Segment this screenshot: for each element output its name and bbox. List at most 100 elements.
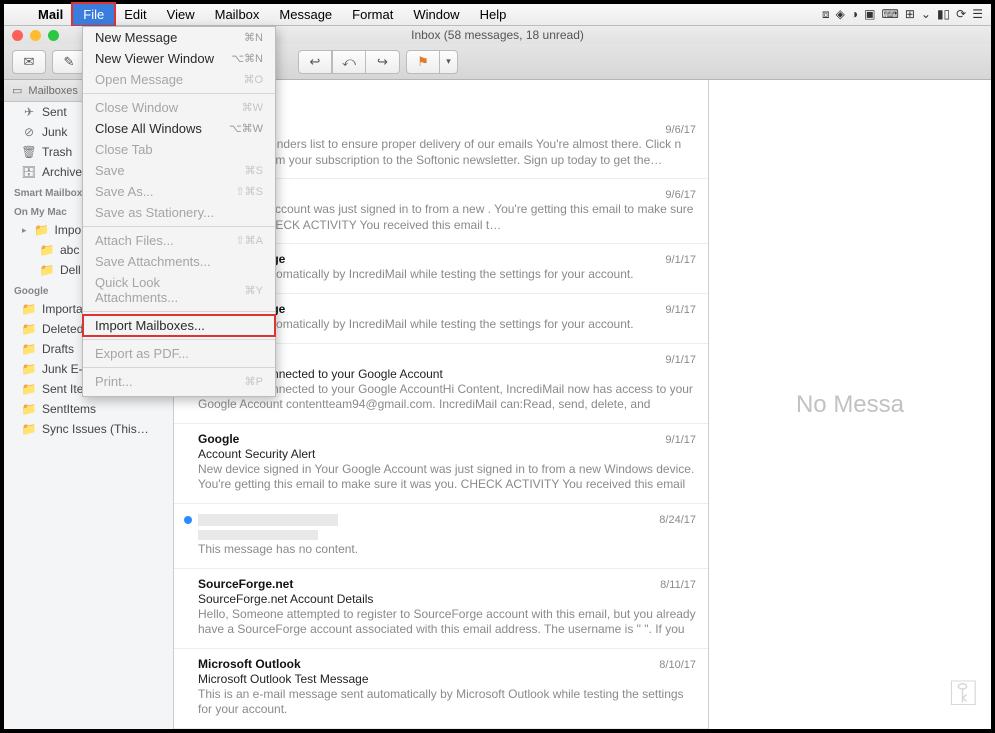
input-icon[interactable]: ⌨: [882, 7, 899, 22]
system-tray: ⧈ ◈ ◑ ▣ ⌨ ⊞ ⌄ ▮▯ ⟳ ☰: [814, 7, 991, 22]
sync-icon[interactable]: ⟳: [956, 7, 966, 22]
folder-icon: 🗄: [22, 165, 36, 179]
battery-icon[interactable]: ▮▯: [937, 7, 950, 22]
folder-icon: ✈: [22, 105, 36, 119]
folder-icon: 📁: [22, 382, 36, 396]
reply-all-button[interactable]: ⤺: [332, 50, 366, 74]
file-menu-import-mailboxes-[interactable]: Import Mailboxes...: [83, 315, 275, 336]
file-menu-close-window: Close Window⌘W: [83, 97, 275, 118]
file-menu-open-message: Open Message⌘O: [83, 69, 275, 90]
file-menu-close-tab: Close Tab: [83, 139, 275, 160]
sidebar-item-sentitems[interactable]: 📁 SentItems: [4, 399, 173, 419]
menu-window[interactable]: Window: [403, 4, 469, 25]
message-subject: SourceForge.net Account Details: [198, 592, 696, 606]
file-menu-attach-files-: Attach Files...⇧⌘A: [83, 230, 275, 251]
message-row[interactable]: 8/24/17 This message has no content.: [174, 504, 708, 569]
window-title: Inbox (58 messages, 18 unread): [411, 28, 584, 42]
folder-icon: 📁: [40, 243, 54, 257]
file-menu-export-as-pdf-: Export as PDF...: [83, 343, 275, 364]
sidebar-item-label: Sync Issues (This com...: [42, 422, 152, 436]
message-from: [198, 512, 338, 526]
folder-icon: 📁: [22, 362, 36, 376]
file-menu-save: Save⌘S: [83, 160, 275, 181]
zoom-window-button[interactable]: [48, 30, 59, 41]
file-menu-new-message[interactable]: New Message⌘N: [83, 27, 275, 48]
sidebar-item-sync-issues-this-com-[interactable]: 📁 Sync Issues (This com...: [4, 419, 173, 439]
chevron-icon[interactable]: ⌄: [921, 7, 931, 22]
file-menu-quick-look-attachments-: Quick Look Attachments...⌘Y: [83, 272, 275, 308]
flag-dropdown-button[interactable]: ▾: [440, 50, 458, 74]
menu-message[interactable]: Message: [269, 4, 342, 25]
folder-icon: 📁: [22, 302, 36, 316]
menu-view[interactable]: View: [157, 4, 205, 25]
message-date: 9/1/17: [665, 254, 696, 266]
message-from: Google: [198, 432, 239, 446]
sidebar-item-label: SentItems: [42, 402, 96, 416]
reply-button[interactable]: ↩: [298, 50, 332, 74]
menu-mailbox[interactable]: Mailbox: [205, 4, 270, 25]
message-preview: This is an e-mail message sent automatic…: [198, 687, 696, 718]
message-from: SourceForge.net: [198, 577, 293, 591]
minimize-window-button[interactable]: [30, 30, 41, 41]
grid-icon[interactable]: ⊞: [905, 7, 915, 22]
message-preview-pane: No Messa ⚿: [709, 80, 991, 729]
message-preview: This message has no content.: [198, 542, 696, 558]
message-date: 9/6/17: [665, 189, 696, 201]
circle-icon[interactable]: ◑: [851, 7, 858, 22]
message-date: 8/10/17: [659, 659, 696, 671]
file-menu-close-all-windows[interactable]: Close All Windows⌥⌘W: [83, 118, 275, 139]
sidebar-item-label: Drafts: [42, 342, 74, 356]
sidebar-item-label: Junk: [42, 125, 67, 139]
menu-help[interactable]: Help: [470, 4, 517, 25]
folder-icon: 📁: [22, 342, 36, 356]
folder-icon: 📁: [40, 263, 54, 277]
file-menu-print-: Print...⌘P: [83, 371, 275, 392]
no-message-label: No Messa: [796, 391, 904, 419]
file-menu-dropdown: New Message⌘NNew Viewer Window⌥⌘NOpen Me…: [82, 26, 276, 397]
folder-icon: 📁: [22, 402, 36, 416]
forward-button[interactable]: ↪: [366, 50, 400, 74]
menu-format[interactable]: Format: [342, 4, 403, 25]
message-subject: Account Security Alert: [198, 447, 696, 461]
message-preview: Hello, Someone attempted to register to …: [198, 607, 696, 638]
folder-icon: 🗑: [22, 145, 36, 159]
file-menu-save-as-: Save As...⇧⌘S: [83, 181, 275, 202]
message-date: 9/6/17: [665, 124, 696, 136]
sidebar-item-label: Trash: [42, 145, 72, 159]
app-name[interactable]: Mail: [28, 7, 73, 22]
diamond-icon[interactable]: ◈: [836, 7, 845, 22]
folder-icon: 📁: [22, 322, 36, 336]
file-menu-save-attachments-: Save Attachments...: [83, 251, 275, 272]
mailbox-icon: ▭: [12, 84, 22, 97]
message-preview: New device signed in Your Google Account…: [198, 462, 696, 493]
message-date: 9/1/17: [665, 434, 696, 446]
message-row[interactable]: Microsoft Outlook 8/10/17Microsoft Outloo…: [174, 649, 708, 729]
menu-icon[interactable]: ☰: [972, 7, 983, 22]
sidebar-item-label: Sent: [42, 105, 67, 119]
square-icon[interactable]: ▣: [864, 7, 875, 22]
message-row[interactable]: Google 9/1/17Account Security AlertNew de…: [174, 424, 708, 504]
file-menu-new-viewer-window[interactable]: New Viewer Window⌥⌘N: [83, 48, 275, 69]
folder-icon: 📁: [22, 422, 36, 436]
mailboxes-label: Mailboxes: [28, 85, 78, 97]
close-window-button[interactable]: [12, 30, 23, 41]
key-icon: ⚿: [950, 672, 977, 715]
menu-edit[interactable]: Edit: [114, 4, 156, 25]
message-date: 9/1/17: [665, 304, 696, 316]
nav-group: ↩ ⤺ ↪: [298, 50, 400, 74]
file-menu-save-as-stationery-: Save as Stationery...: [83, 202, 275, 223]
message-date: 9/1/17: [665, 354, 696, 366]
sidebar-item-label: Dell: [60, 263, 81, 277]
message-date: 8/24/17: [659, 514, 696, 526]
folder-icon: 📁: [35, 223, 49, 237]
flag-group: ⚑ ▾: [406, 50, 458, 74]
message-subject: Microsoft Outlook Test Message: [198, 672, 696, 686]
dropbox-icon[interactable]: ⧈: [822, 7, 830, 22]
menu-file[interactable]: File: [73, 4, 114, 25]
message-row[interactable]: SourceForge.net8/11/17SourceForge.net Ac…: [174, 569, 708, 649]
compose-button[interactable]: ✎: [52, 50, 86, 74]
sidebar-item-label: abc: [60, 243, 79, 257]
get-mail-button[interactable]: ✉: [12, 50, 46, 74]
flag-button[interactable]: ⚑: [406, 50, 440, 74]
message-from: Microsoft Outlook: [198, 657, 301, 671]
